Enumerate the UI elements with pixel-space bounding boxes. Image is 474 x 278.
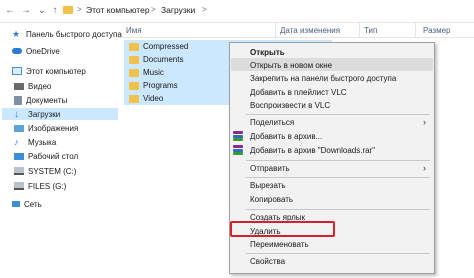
breadcrumb-this-pc[interactable]: Этот компьютер (86, 5, 150, 15)
menu-item-rename[interactable]: Переименовать (250, 240, 309, 249)
folder-icon (63, 6, 73, 14)
menu-item-open[interactable]: Открыть (250, 48, 285, 57)
sidebar-item-label: Панель быстрого доступа (26, 29, 122, 39)
drive-icon (14, 182, 24, 190)
menu-item-add-vlc-playlist[interactable]: Добавить в плейлист VLC (250, 88, 347, 97)
sidebar-item-label: Этот компьютер (26, 66, 86, 76)
sidebar-item-video[interactable]: Видео (14, 80, 51, 92)
folder-icon (129, 94, 139, 103)
cloud-icon (12, 48, 22, 54)
pictures-icon (14, 124, 24, 132)
address-bar: ← → ⌄ ↑ > Этот компьютер > Загрузки > (0, 0, 474, 23)
sidebar-item-label: SYSTEM (C:) (28, 166, 77, 176)
breadcrumb-downloads[interactable]: Загрузки (161, 5, 195, 15)
column-divider[interactable] (415, 23, 416, 37)
menu-divider (246, 160, 430, 161)
music-note-icon: ♪ (14, 136, 19, 147)
video-folder-icon (14, 82, 24, 90)
sidebar-item-downloads[interactable]: ↓ Загрузки (2, 108, 118, 120)
sidebar-item-label: Видео (28, 81, 52, 91)
sidebar-item-files-drive[interactable]: FILES (G:) (14, 180, 66, 192)
chevron-right-icon: › (423, 117, 426, 127)
column-type[interactable]: Тип (364, 26, 377, 35)
menu-item-properties[interactable]: Свойства (250, 257, 285, 266)
sidebar-item-label: Музыка (28, 137, 57, 147)
sidebar-item-documents[interactable]: Документы (14, 94, 67, 106)
folder-icon (129, 55, 139, 64)
sidebar-item-label: OneDrive (26, 46, 60, 56)
context-menu: Открыть Открыть в новом окне Закрепить н… (229, 42, 435, 274)
menu-divider (246, 253, 430, 254)
column-date[interactable]: Дата изменения (280, 26, 340, 35)
sidebar-item-system-drive[interactable]: SYSTEM (C:) (14, 165, 76, 177)
column-size[interactable]: Размер (423, 26, 451, 35)
folder-icon (129, 68, 139, 77)
menu-divider (246, 114, 430, 115)
star-icon: ★ (12, 28, 21, 39)
menu-item-pin-quick-access[interactable]: Закрепить на панели быстрого доступа (250, 74, 396, 83)
sidebar-item-label: Рабочий стол (28, 151, 79, 161)
menu-item-add-archive[interactable]: Добавить в архив... (250, 132, 322, 141)
sidebar-item-label: Изображения (28, 123, 79, 133)
desktop-icon (14, 152, 24, 160)
sidebar-item-label: Сеть (24, 199, 42, 209)
sidebar-item-network[interactable]: Сеть (12, 198, 42, 210)
menu-item-cut[interactable]: Вырезать (250, 181, 286, 190)
file-name: Compressed (143, 42, 189, 51)
forward-arrow-icon[interactable]: → (20, 5, 32, 17)
menu-item-play-vlc[interactable]: Воспроизвести в VLC (250, 101, 330, 110)
network-icon (12, 201, 20, 207)
column-divider[interactable] (359, 23, 360, 37)
breadcrumb-separator: > (202, 5, 207, 14)
column-header: Имя Дата изменения Тип Размер (118, 23, 474, 38)
file-name: Documents (143, 55, 184, 64)
download-arrow-icon: ↓ (14, 108, 19, 120)
up-arrow-icon[interactable]: ↑ (49, 5, 61, 17)
highlight-box (230, 221, 335, 237)
file-name: Music (143, 68, 164, 77)
sidebar-item-quick-access[interactable]: ★ Панель быстрого доступа (12, 28, 122, 40)
menu-item-send-to[interactable]: Отправить (250, 164, 290, 173)
menu-item-open-new-window[interactable]: Открыть в новом окне (250, 61, 332, 70)
recent-dropdown-icon[interactable]: ⌄ (36, 5, 48, 17)
sidebar-item-desktop[interactable]: Рабочий стол (14, 150, 78, 162)
sidebar-item-music[interactable]: ♪ Музыка (14, 136, 56, 148)
winrar-icon (233, 131, 243, 141)
menu-item-share[interactable]: Поделиться (250, 118, 294, 127)
column-divider[interactable] (275, 23, 276, 37)
sidebar-item-label: Документы (26, 95, 68, 105)
documents-icon (14, 95, 22, 105)
breadcrumb-separator: > (151, 5, 156, 14)
menu-divider (246, 209, 430, 210)
sidebar-item-this-pc[interactable]: Этот компьютер (12, 65, 86, 77)
back-arrow-icon[interactable]: ← (4, 5, 16, 17)
sidebar-item-onedrive[interactable]: OneDrive (12, 45, 60, 57)
menu-divider (246, 177, 430, 178)
chevron-right-icon: › (423, 163, 426, 173)
column-name[interactable]: Имя (126, 26, 142, 35)
sidebar-item-label: FILES (G:) (28, 181, 67, 191)
sidebar-item-label: Загрузки (28, 109, 61, 119)
menu-item-add-archive-named[interactable]: Добавить в архив "Downloads.rar" (250, 146, 375, 155)
drive-icon (14, 167, 24, 175)
folder-icon (129, 81, 139, 90)
sidebar-item-pictures[interactable]: Изображения (14, 122, 78, 134)
breadcrumb-separator: > (77, 5, 82, 14)
file-name: Video (143, 94, 164, 103)
navigation-pane: ★ Панель быстрого доступа OneDrive Этот … (0, 23, 122, 278)
computer-icon (12, 67, 22, 75)
folder-icon (129, 42, 139, 51)
winrar-icon (233, 145, 243, 155)
menu-item-copy[interactable]: Копировать (250, 195, 293, 204)
file-name: Programs (143, 81, 178, 90)
